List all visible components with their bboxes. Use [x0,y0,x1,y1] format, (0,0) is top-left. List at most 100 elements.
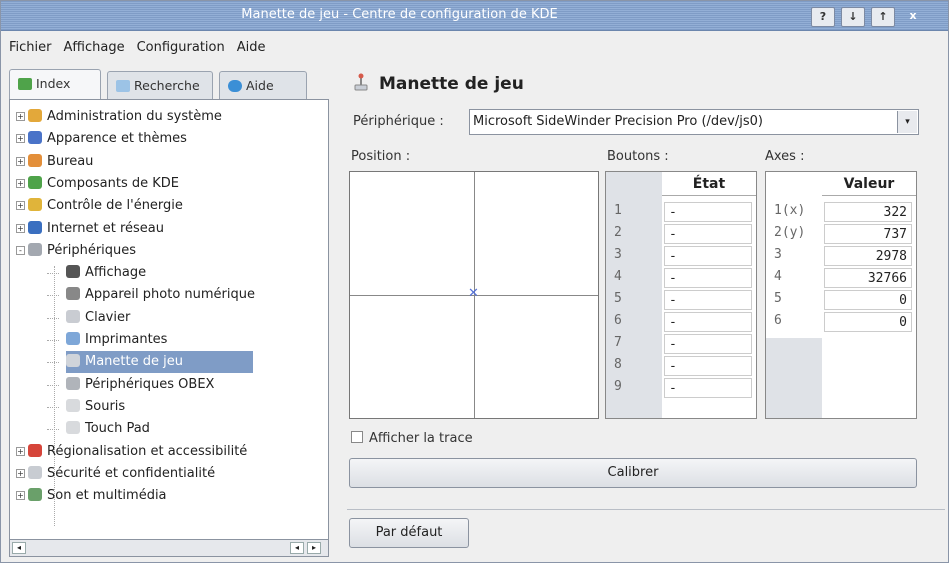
tree-child-item[interactable]: Souris [66,396,125,418]
tree-branch-line [47,384,59,386]
tree-item-label: Administration du système [47,109,222,124]
expand-icon[interactable]: + [16,446,25,456]
menu-aide[interactable]: Aide [231,32,272,55]
module-tree[interactable]: + Administration du système + Apparence et … [9,99,329,557]
expand-icon[interactable]: + [16,156,25,166]
table-row-label: 4 [774,269,782,284]
table-cell-value: 0 [824,312,912,332]
menu-affichage[interactable]: Affichage [58,32,131,55]
table-row-label: 5 [614,291,622,306]
table-row-label: 3 [614,247,622,262]
tree-category-item[interactable]: + Contrôle de l'énergie [16,195,183,217]
tree-child-item[interactable]: Appareil photo numérique [66,284,255,306]
device-select-value: Microsoft SideWinder Precision Pro (/dev… [473,114,763,129]
tree-category-item[interactable]: - Périphériques [16,240,136,262]
table-cell-value: - [664,312,752,332]
tab-index-label: Index [36,76,71,91]
device-select[interactable]: Microsoft SideWinder Precision Pro (/dev… [469,109,919,135]
tree-item-label: Manette de jeu [85,354,183,370]
appearance-icon [28,131,42,145]
printer-icon [66,332,80,345]
tree-category-item[interactable]: + Bureau [16,151,93,173]
close-button[interactable]: x [901,7,925,27]
position-display: ✕ [349,171,599,419]
table-row-label: 6 [774,313,782,328]
tree-category-item[interactable]: + Régionalisation et accessibilité [16,441,247,463]
menu-configuration[interactable]: Configuration [131,32,231,55]
maximize-button[interactable]: ↑ [871,7,895,27]
tree-item-label: Bureau [47,153,94,169]
table-cell-value: 322 [824,202,912,222]
title-bar[interactable]: Manette de jeu - Centre de configuration… [1,1,948,31]
scroll-left-end-icon[interactable]: ◂ [290,542,304,554]
show-trace-checkbox[interactable]: Afficher la trace [351,431,473,446]
axes-table-header: Valeur [822,172,916,196]
scroll-right-icon[interactable]: ▸ [307,542,321,554]
desktop-icon [28,153,42,167]
touchpad-icon [66,421,80,435]
tree-item-label: Composants de KDE [47,175,180,191]
tree-child-item[interactable]: Manette de jeu [66,351,253,374]
expand-icon[interactable]: + [16,201,25,211]
search-icon [116,80,130,92]
table-cell-value: - [664,356,752,376]
expand-icon[interactable]: + [16,134,25,144]
table-cell-value: - [664,378,752,398]
menu-fichier[interactable]: Fichier [1,32,58,55]
tree-item-label: Périphériques OBEX [85,376,215,392]
scroll-left-icon[interactable]: ◂ [12,542,26,554]
expand-icon[interactable]: + [16,491,25,501]
bottom-separator [347,509,945,510]
minimize-button[interactable]: ↓ [841,7,865,27]
table-cell-value: - [664,268,752,288]
expand-icon[interactable]: + [16,112,25,121]
tree-branch-line [47,362,59,364]
kde-control-center-window: Manette de jeu - Centre de configuration… [0,0,949,563]
calibrate-button[interactable]: Calibrer [349,458,917,488]
tree-category-item[interactable]: + Apparence et thèmes [16,128,187,150]
axes-label: Axes : [765,149,805,164]
tree-item-label: Apparence et thèmes [47,131,187,147]
window-title: Manette de jeu - Centre de configuration… [241,7,558,22]
buttons-table: État 1 - 2 - 3 - 4 - 5 - 6 - 7 - 8 - 9 - [605,171,757,419]
system-admin-icon [28,109,42,122]
tree-item-label: Souris [85,398,126,414]
tree-category-item[interactable]: + Internet et réseau [16,218,164,240]
help-title-button[interactable]: ? [811,7,835,27]
collapse-icon[interactable]: - [16,245,25,255]
tree-child-item[interactable]: Imprimantes [66,329,167,351]
tree-child-item[interactable]: Affichage [66,262,146,284]
tree-item-label: Contrôle de l'énergie [47,198,183,214]
tree-branch-line [47,429,59,431]
expand-icon[interactable]: + [16,178,25,188]
tree-child-item[interactable]: Périphériques OBEX [66,374,214,396]
tree-category-item[interactable]: + Sécurité et confidentialité [16,463,215,485]
table-row-label: 9 [614,379,622,394]
tree-item-label: Imprimantes [85,332,168,347]
tab-recherche-label: Recherche [134,78,200,93]
tree-item-label: Périphériques [47,242,137,258]
tree-category-item[interactable]: + Composants de KDE [16,173,179,195]
tab-index[interactable]: Index [9,69,101,99]
peripherals-icon [28,242,42,256]
tree-horizontal-scrollbar[interactable]: ◂ ◂ ▸ [9,539,329,557]
tree-category-item[interactable]: + Son et multimédia [16,485,167,507]
tab-recherche[interactable]: Recherche [107,71,213,99]
tree-item-label: Appareil photo numérique [85,287,255,303]
chevron-down-icon[interactable]: ▾ [897,111,917,133]
expand-icon[interactable]: + [16,468,25,478]
tab-aide[interactable]: Aide [219,71,307,99]
tree-child-item[interactable]: Touch Pad [66,418,150,440]
axes-table-gutter [766,338,822,418]
position-cursor-icon: ✕ [468,286,479,301]
regional-icon [28,443,42,457]
tree-item-label: Clavier [85,309,131,325]
tree-branch-line [47,295,59,297]
checkbox-icon[interactable] [351,431,363,443]
tree-category-item[interactable]: + Administration du système [16,106,222,128]
default-button[interactable]: Par défaut [349,518,469,548]
tree-child-item[interactable]: Clavier [66,307,130,329]
table-cell-value: 32766 [824,268,912,288]
expand-icon[interactable]: + [16,223,25,233]
tree-item-label: Internet et réseau [47,220,165,236]
